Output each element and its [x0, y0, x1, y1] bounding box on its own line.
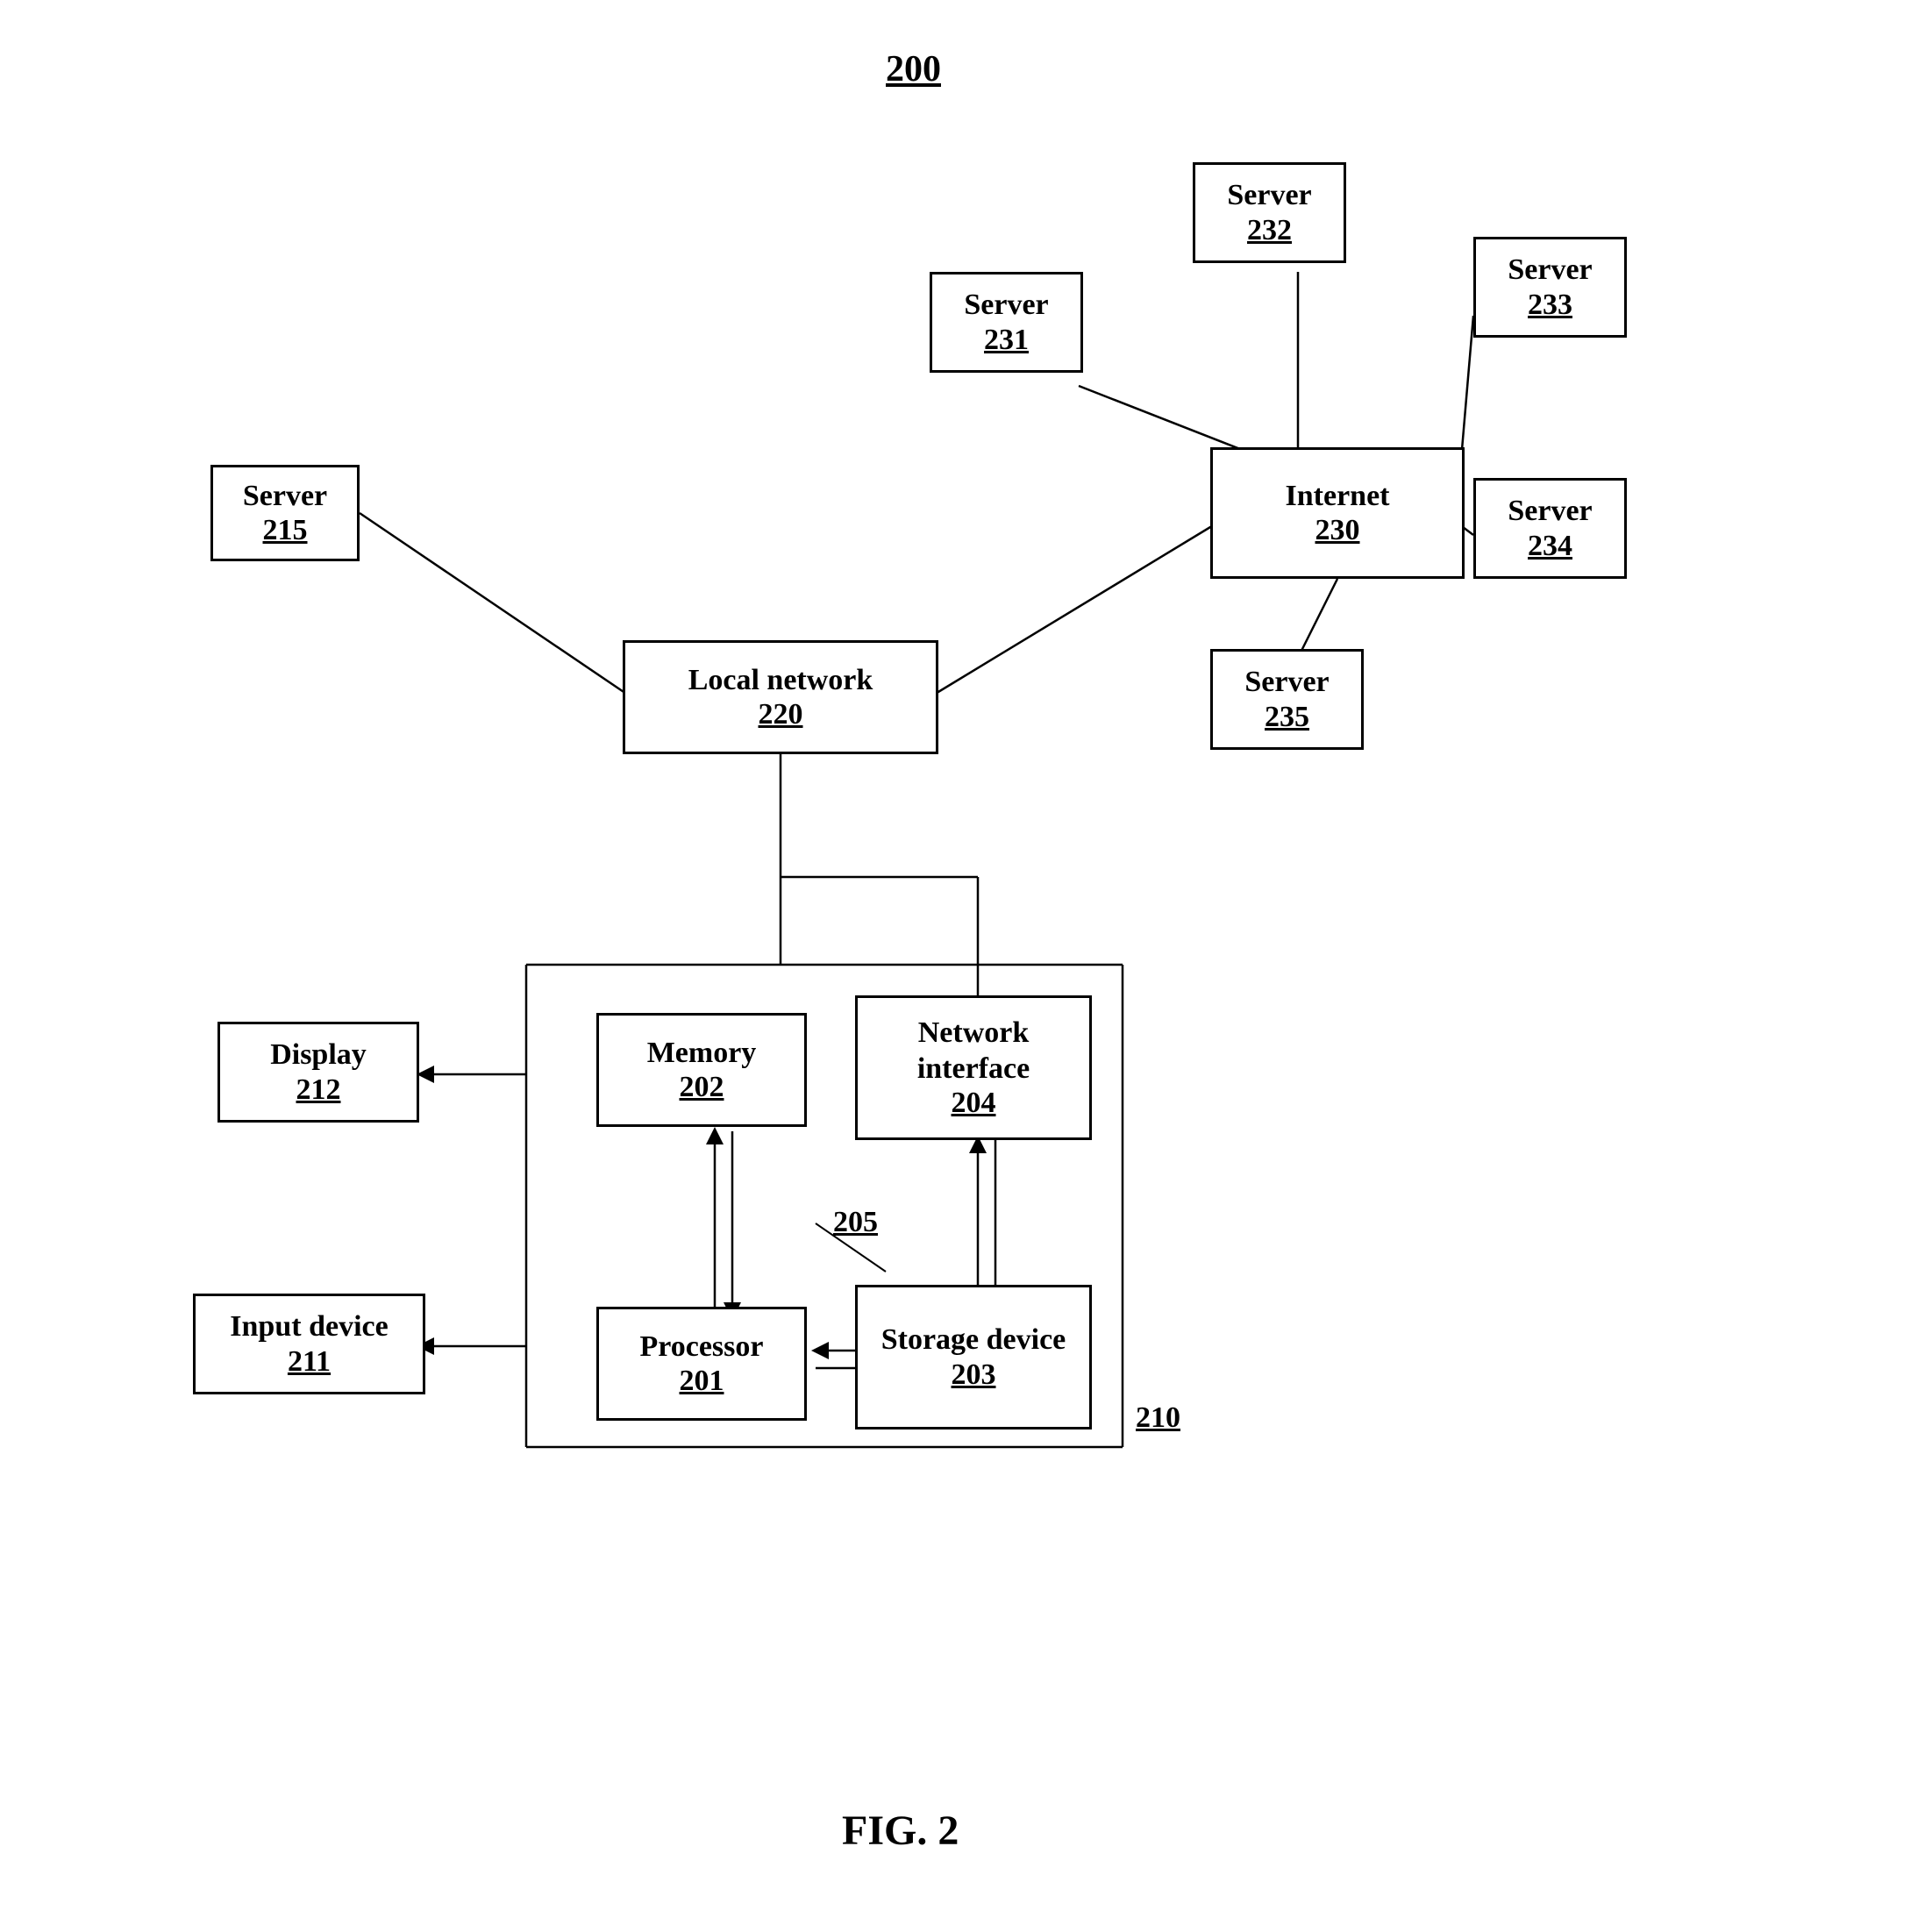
display-num: 212 — [296, 1073, 341, 1107]
server-235-box: Server 235 — [1210, 649, 1364, 750]
display-212-box: Display 212 — [217, 1022, 419, 1123]
internet-num: 230 — [1315, 514, 1360, 547]
local-network-label: Local network — [688, 663, 873, 699]
internet-label: Internet — [1286, 479, 1390, 515]
server-233-label: Server — [1508, 253, 1592, 289]
network-interface-204-box: Network interface 204 — [855, 995, 1092, 1140]
processor-201-box: Processor 201 — [596, 1307, 807, 1421]
server-215-box: Server 215 — [210, 465, 360, 561]
server-232-num: 232 — [1247, 214, 1292, 247]
server-231-num: 231 — [984, 324, 1029, 357]
display-label: Display — [270, 1037, 367, 1073]
server-233-num: 233 — [1528, 289, 1572, 322]
server-234-num: 234 — [1528, 530, 1572, 563]
device-210-label: 210 — [1136, 1401, 1180, 1435]
server-235-num: 235 — [1265, 701, 1309, 734]
network-interface-num: 204 — [952, 1087, 996, 1120]
server-233-box: Server 233 — [1473, 237, 1627, 338]
server-235-label: Server — [1244, 665, 1329, 701]
processor-label: Processor — [640, 1330, 764, 1365]
bus-205-label: 205 — [833, 1206, 878, 1239]
local-network-num: 220 — [759, 698, 803, 731]
memory-202-box: Memory 202 — [596, 1013, 807, 1127]
server-231-label: Server — [964, 288, 1048, 324]
fig-caption: FIG. 2 — [842, 1807, 959, 1855]
network-interface-label: Network interface — [870, 1016, 1077, 1087]
storage-device-203-box: Storage device 203 — [855, 1285, 1092, 1429]
server-215-num: 215 — [263, 514, 308, 547]
server-234-box: Server 234 — [1473, 478, 1627, 579]
internet-230-box: Internet 230 — [1210, 447, 1465, 579]
storage-device-num: 203 — [952, 1358, 996, 1392]
local-network-220-box: Local network 220 — [623, 640, 938, 754]
input-device-label: Input device — [230, 1309, 388, 1345]
server-231-box: Server 231 — [930, 272, 1083, 373]
storage-device-label: Storage device — [881, 1322, 1066, 1358]
diagram: 200 Server 215 Local network 220 Interne… — [0, 0, 1925, 1932]
input-device-211-box: Input device 211 — [193, 1294, 425, 1394]
input-device-num: 211 — [288, 1345, 331, 1379]
server-234-label: Server — [1508, 494, 1592, 530]
processor-num: 201 — [680, 1365, 724, 1398]
server-232-box: Server 232 — [1193, 162, 1346, 263]
server-215-label: Server — [243, 479, 327, 515]
server-232-label: Server — [1227, 178, 1311, 214]
figure-number: 200 — [886, 48, 941, 90]
memory-label: Memory — [647, 1036, 757, 1072]
memory-num: 202 — [680, 1071, 724, 1104]
